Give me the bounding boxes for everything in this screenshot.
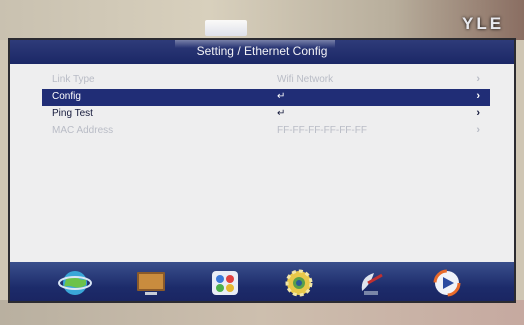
- page-title: Setting / Ethernet Config: [196, 44, 328, 58]
- ceiling-light: [205, 20, 247, 36]
- globe-network-icon[interactable]: [58, 267, 92, 299]
- chevron-right-icon: ›: [476, 73, 480, 85]
- chevron-right-icon: ›: [476, 107, 480, 119]
- menu-item-label: Ping Test: [52, 108, 93, 119]
- tv-screen: Setting / Ethernet Config Link Type Wifi…: [8, 38, 516, 303]
- menu-item-value: Wifi Network: [277, 74, 334, 85]
- settings-gear-icon[interactable]: [282, 267, 316, 299]
- title-bar: Setting / Ethernet Config: [10, 40, 514, 64]
- apps-icon[interactable]: [208, 267, 242, 299]
- menu-item-label: Link Type: [52, 74, 95, 85]
- media-play-icon[interactable]: [430, 267, 464, 299]
- tv-brand-logo: YLE: [462, 14, 505, 33]
- menu-item-value: FF-FF-FF-FF-FF-FF: [277, 125, 367, 136]
- menu-item-label: MAC Address: [52, 125, 114, 136]
- settings-list: Link Type Wifi Network › Config ↵ › Ping…: [42, 72, 490, 140]
- background-room-bottom: [0, 300, 524, 325]
- enter-icon: ↵: [277, 108, 286, 119]
- chevron-right-icon: ›: [476, 90, 480, 102]
- menu-item-label: Config: [52, 91, 81, 102]
- satellite-dish-icon[interactable]: [356, 267, 390, 299]
- menu-item-ping-test[interactable]: Ping Test ↵ ›: [42, 106, 490, 123]
- menu-item-link-type[interactable]: Link Type Wifi Network ›: [42, 72, 490, 89]
- tv-monitor-icon[interactable]: [134, 267, 168, 299]
- enter-icon: ↵: [277, 91, 286, 102]
- menu-item-config[interactable]: Config ↵ ›: [42, 89, 490, 106]
- menu-item-mac-address[interactable]: MAC Address FF-FF-FF-FF-FF-FF ›: [42, 123, 490, 140]
- chevron-right-icon: ›: [476, 124, 480, 136]
- bottom-dock: [10, 262, 514, 301]
- background-room-top: [0, 0, 524, 40]
